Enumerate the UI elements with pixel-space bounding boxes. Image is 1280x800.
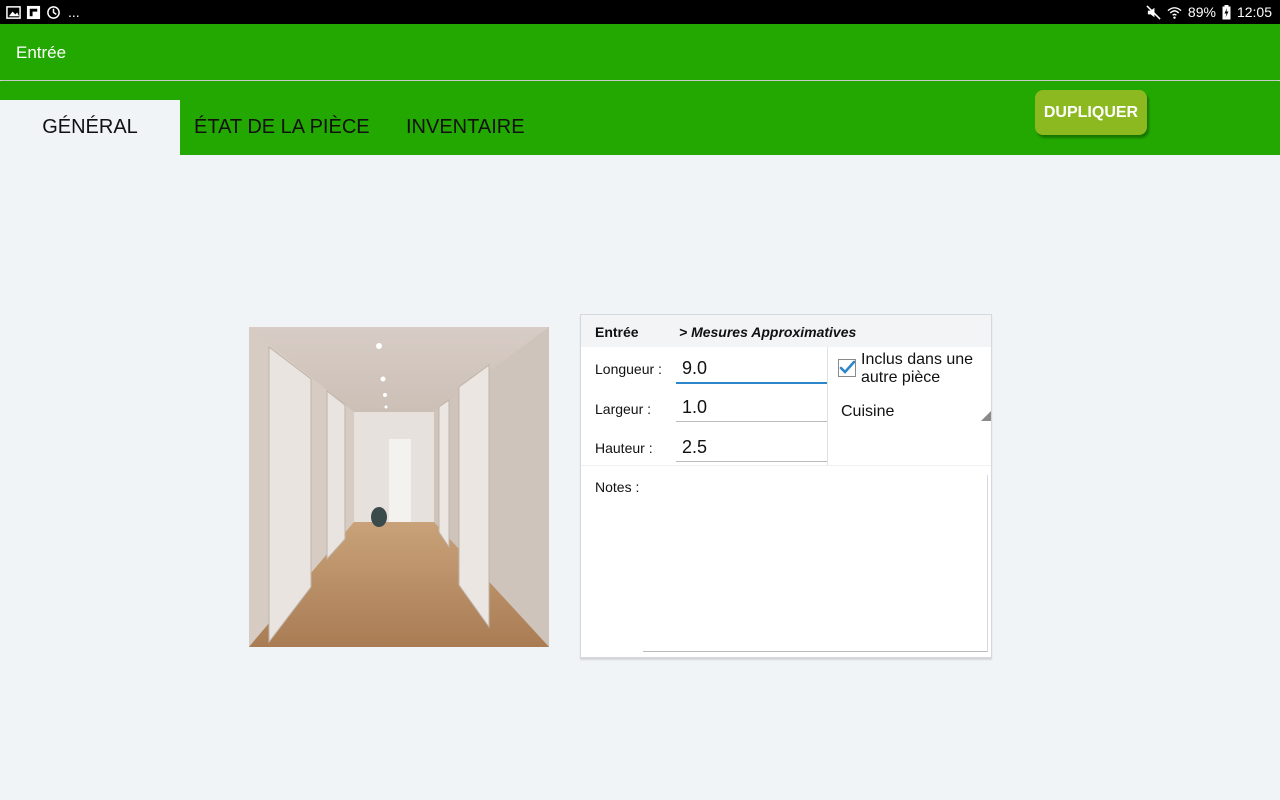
mute-icon [1146,4,1161,20]
battery-charging-icon [1222,4,1231,19]
length-input[interactable] [676,354,827,384]
room-details-card: Entrée > Mesures Approximatives Longueur… [580,314,992,658]
tab-etat-de-la-piece[interactable]: ÉTAT DE LA PIÈCE [194,100,370,155]
height-input[interactable] [676,433,827,462]
sync-icon [47,5,60,19]
status-bar: ... 89% 12:05 [0,0,1280,24]
clock: 12:05 [1236,4,1272,20]
notes-textarea[interactable] [643,475,988,652]
width-label: Largeur : [595,401,652,417]
app-bar: Entrée [0,24,1280,80]
room-name: Entrée [595,324,639,340]
battery-percent: 89% [1187,4,1216,20]
tab-inventaire[interactable]: INVENTAIRE [406,100,525,155]
wifi-icon [1167,6,1182,19]
included-checkbox[interactable] [838,359,856,377]
parent-room-value: Cuisine [841,403,895,420]
status-bar-notifications: ... [6,4,80,20]
column-divider [827,347,828,465]
parent-room-select[interactable]: Cuisine [841,401,991,425]
card-header: Entrée > Mesures Approximatives [581,315,991,347]
dropdown-caret-icon [981,411,991,421]
gallery-icon [6,5,21,19]
status-bar-system: 89% 12:05 [1146,4,1272,20]
width-input[interactable] [676,393,827,422]
height-label: Hauteur : [595,440,653,456]
hallway-photo-illustration [249,327,549,647]
tab-bar: GÉNÉRAL ÉTAT DE LA PIÈCE INVENTAIRE DUPL… [0,81,1280,155]
length-label: Longueur : [595,361,662,377]
duplicate-button[interactable]: DUPLIQUER [1035,90,1147,135]
page-title: Entrée [16,43,67,62]
checkmark-icon [839,360,856,374]
tab-general[interactable]: GÉNÉRAL [0,100,180,155]
more-notifications-indicator: ... [68,4,80,20]
notes-divider [581,465,991,466]
included-checkbox-label: Inclus dans une autre pièce [861,351,974,386]
measures-subtitle: > Mesures Approximatives [679,324,857,340]
room-photo[interactable] [249,327,549,647]
notes-label: Notes : [595,479,640,495]
flipboard-icon [26,5,41,19]
